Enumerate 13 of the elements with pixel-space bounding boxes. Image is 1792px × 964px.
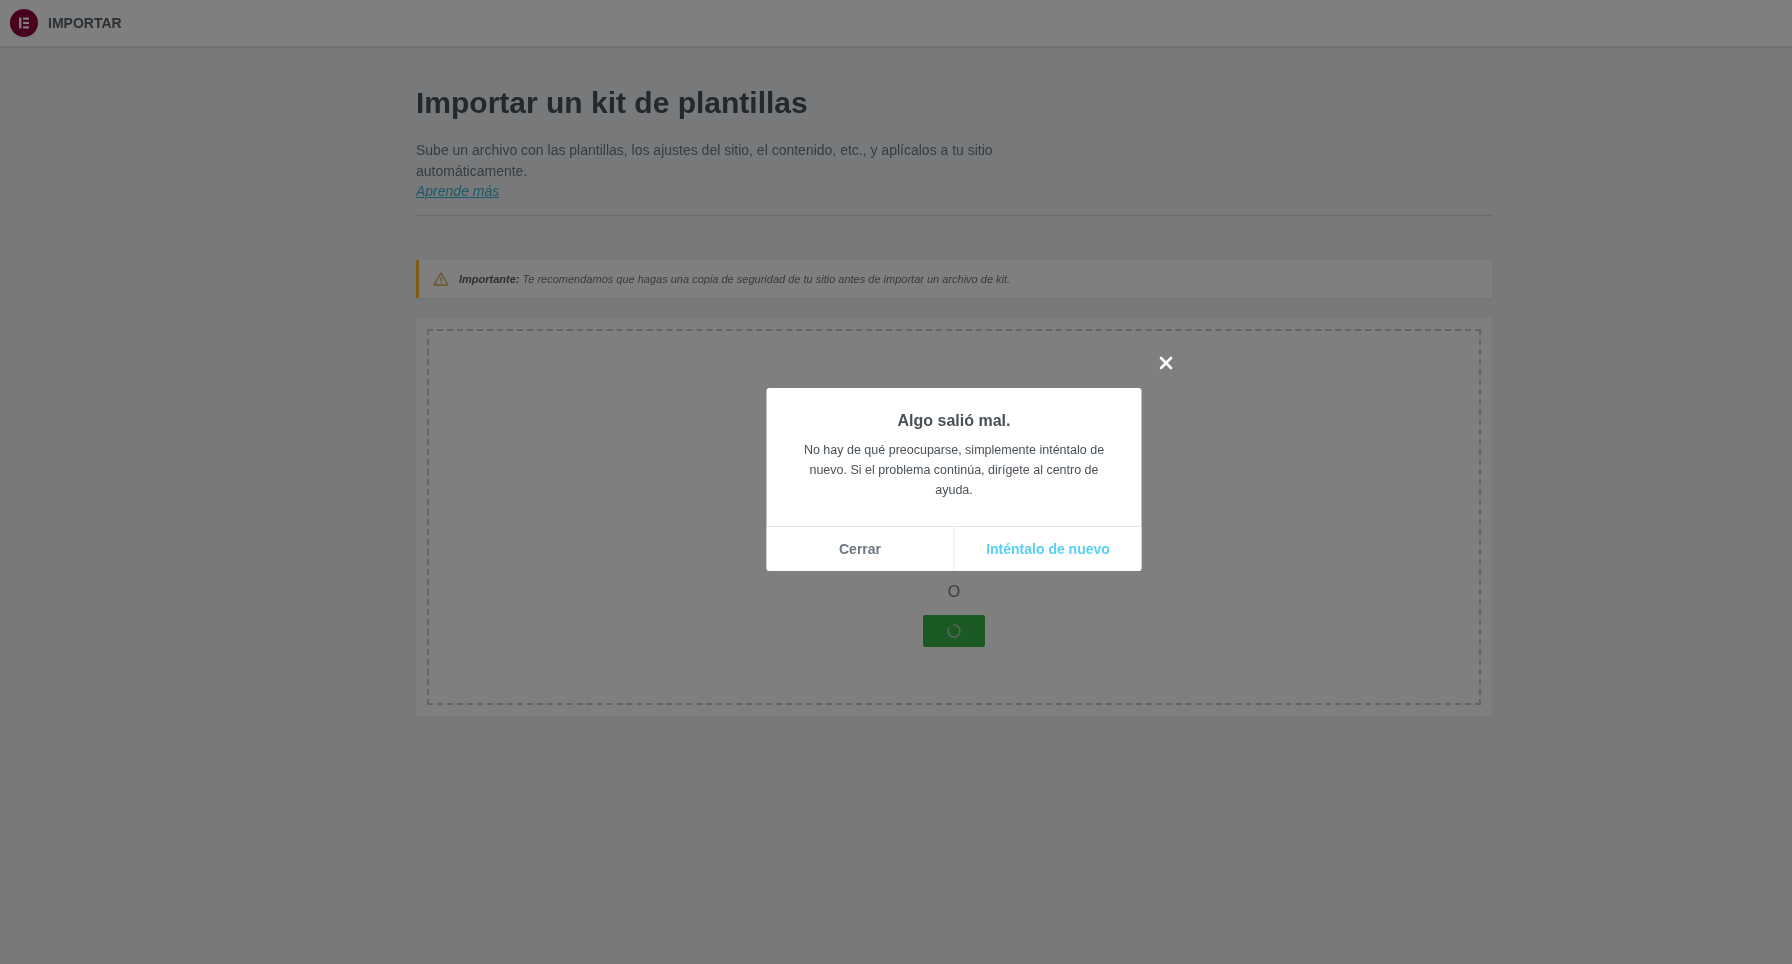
dialog-message: No hay de qué preocuparse, simplemente inténtalo de nuevo. Si el problema continúa, dirígete al centro de ayuda.: [802, 442, 1106, 499]
separator-text: O: [947, 583, 961, 601]
warning-icon: [433, 272, 449, 286]
page-description: Sube un archivo con las plantillas, los ajustes del sitio, el contenido, etc., y aplícalos a tu sitio automáticamente.: [416, 141, 994, 181]
learn-more-link[interactable]: Aprende más: [416, 183, 500, 199]
close-button[interactable]: Cerrar: [766, 527, 955, 571]
logo-icon: [10, 9, 38, 37]
retry-button[interactable]: Inténtalo de nuevo: [954, 527, 1142, 571]
page-title: Importar un kit de plantillas: [416, 86, 809, 120]
dialog-title: Algo salió mal.: [896, 412, 1012, 430]
page-label: IMPORTAR: [48, 15, 122, 31]
close-icon[interactable]: [1157, 354, 1175, 372]
notice-text: Importante: Te recomendamos que hagas una copia de seguridad de tu sitio antes de importar un archivo de kit.: [459, 273, 1011, 285]
